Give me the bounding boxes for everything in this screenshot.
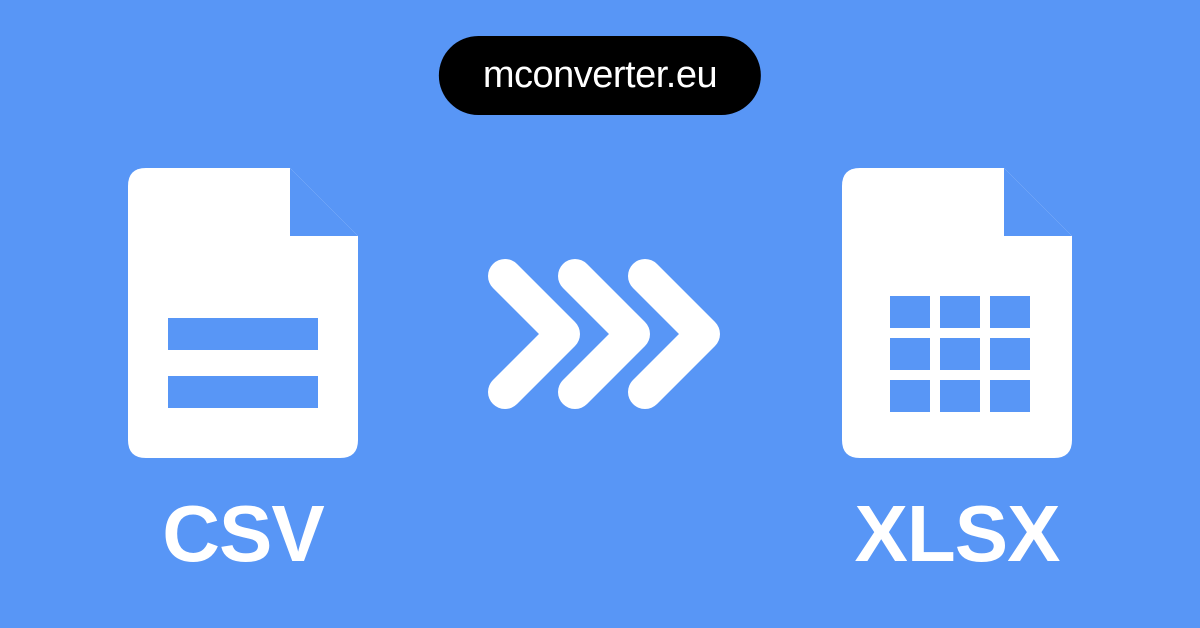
convert-arrows-icon	[460, 254, 740, 414]
conversion-row: CSV XLSX	[0, 168, 1200, 580]
source-format-label: CSV	[162, 488, 324, 580]
brand-badge: mconverter.eu	[439, 36, 761, 115]
xlsx-file-icon	[842, 168, 1072, 458]
target-format-label: XLSX	[855, 488, 1060, 580]
source-file-block: CSV	[128, 168, 358, 580]
csv-file-icon	[128, 168, 358, 458]
target-file-block: XLSX	[842, 168, 1072, 580]
